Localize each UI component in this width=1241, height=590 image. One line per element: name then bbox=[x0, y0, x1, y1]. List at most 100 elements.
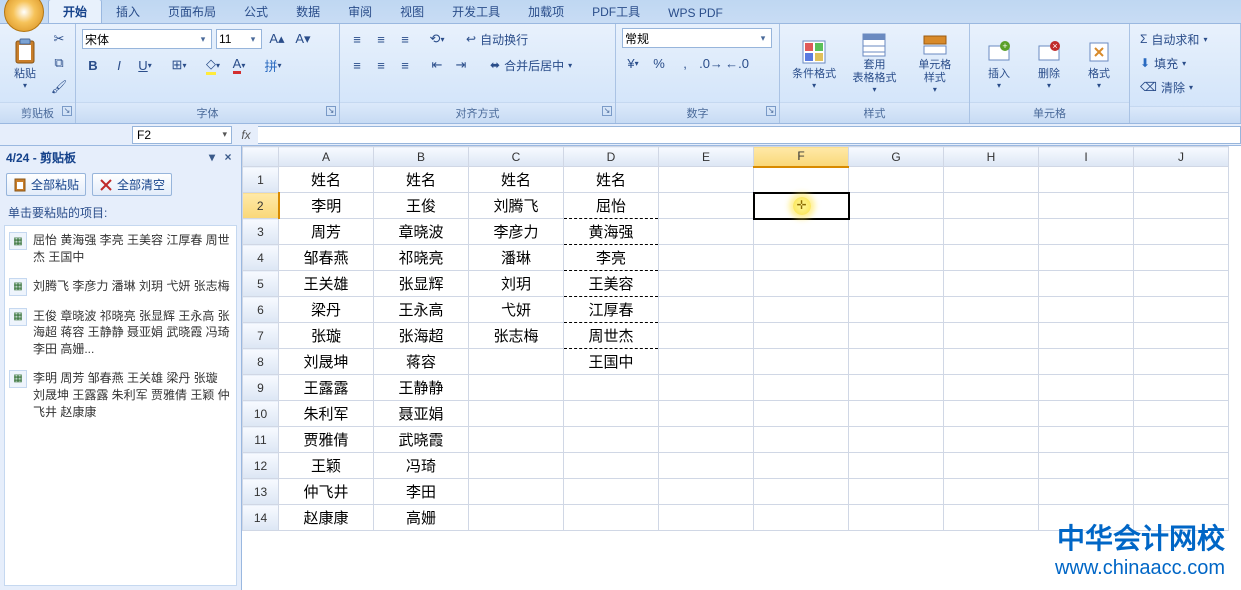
table-format-button[interactable]: 套用 表格格式▾ bbox=[846, 28, 902, 98]
cell[interactable] bbox=[754, 271, 849, 297]
cell[interactable] bbox=[1134, 505, 1229, 531]
conditional-format-button[interactable]: 条件格式▾ bbox=[786, 28, 842, 98]
cell[interactable] bbox=[659, 245, 754, 271]
increase-decimal-button[interactable]: .0→ bbox=[700, 52, 722, 74]
name-box[interactable]: F2▾ bbox=[132, 126, 232, 144]
cell[interactable]: 王永高 bbox=[374, 297, 469, 323]
cell[interactable]: 张志梅 bbox=[469, 323, 564, 349]
cell[interactable]: 聂亚娟 bbox=[374, 401, 469, 427]
cell[interactable]: 周芳 bbox=[279, 219, 374, 245]
increase-indent-button[interactable]: ⇥ bbox=[450, 54, 472, 76]
paste-button[interactable]: 粘贴 ▾ bbox=[6, 28, 44, 98]
align-middle-button[interactable]: ≡ bbox=[370, 28, 392, 50]
row-header[interactable]: 4 bbox=[243, 245, 279, 271]
cell[interactable] bbox=[754, 427, 849, 453]
cell[interactable]: 梁丹 bbox=[279, 297, 374, 323]
insert-cells-button[interactable]: +插入▾ bbox=[976, 28, 1022, 98]
increase-font-button[interactable]: A▴ bbox=[266, 28, 288, 50]
phonetic-button[interactable]: 拼▾ bbox=[262, 54, 284, 76]
cell[interactable] bbox=[1039, 479, 1134, 505]
cell[interactable]: 姓名 bbox=[469, 167, 564, 193]
copy-button[interactable]: ⧉ bbox=[48, 52, 70, 74]
column-header[interactable]: D bbox=[564, 147, 659, 167]
column-header[interactable]: C bbox=[469, 147, 564, 167]
cell[interactable] bbox=[469, 479, 564, 505]
cell[interactable] bbox=[1039, 427, 1134, 453]
row-header[interactable]: 13 bbox=[243, 479, 279, 505]
cell[interactable]: 姓名 bbox=[374, 167, 469, 193]
merge-center-button[interactable]: ⬌合并后居中▾ bbox=[486, 54, 576, 76]
tab-addin[interactable]: 加载项 bbox=[514, 0, 578, 23]
percent-button[interactable]: % bbox=[648, 52, 670, 74]
cell[interactable] bbox=[944, 479, 1039, 505]
cell[interactable] bbox=[944, 271, 1039, 297]
format-painter-button[interactable]: 🖌 bbox=[48, 76, 70, 98]
cell[interactable] bbox=[659, 193, 754, 219]
cell[interactable]: 高姗 bbox=[374, 505, 469, 531]
fx-button[interactable]: fx bbox=[234, 128, 258, 142]
cell[interactable] bbox=[754, 375, 849, 401]
tab-formula[interactable]: 公式 bbox=[230, 0, 282, 23]
delete-cells-button[interactable]: ×删除▾ bbox=[1026, 28, 1072, 98]
bold-button[interactable]: B bbox=[82, 54, 104, 76]
clear-button[interactable]: ⌫清除▾ bbox=[1136, 76, 1234, 98]
cell[interactable]: 张海超 bbox=[374, 323, 469, 349]
cell[interactable]: 朱利军 bbox=[279, 401, 374, 427]
tab-view[interactable]: 视图 bbox=[386, 0, 438, 23]
align-left-button[interactable]: ≡ bbox=[346, 54, 368, 76]
cell[interactable] bbox=[944, 349, 1039, 375]
cell[interactable] bbox=[849, 349, 944, 375]
border-button[interactable]: ⊞▾ bbox=[168, 54, 190, 76]
cell[interactable] bbox=[1134, 427, 1229, 453]
cell[interactable]: 贾雅倩 bbox=[279, 427, 374, 453]
cell[interactable]: 黄海强 bbox=[564, 219, 659, 245]
cell[interactable] bbox=[849, 375, 944, 401]
font-name-combo[interactable]: 宋体▾ bbox=[82, 29, 212, 49]
cell[interactable] bbox=[944, 453, 1039, 479]
cell[interactable]: 刘玥 bbox=[469, 271, 564, 297]
cell[interactable] bbox=[944, 167, 1039, 193]
cell[interactable] bbox=[1039, 401, 1134, 427]
cell[interactable] bbox=[1134, 219, 1229, 245]
row-header[interactable]: 1 bbox=[243, 167, 279, 193]
cell[interactable]: 祁晓亮 bbox=[374, 245, 469, 271]
cell[interactable] bbox=[469, 375, 564, 401]
cell[interactable] bbox=[659, 427, 754, 453]
row-header[interactable]: 14 bbox=[243, 505, 279, 531]
column-header[interactable]: E bbox=[659, 147, 754, 167]
cell[interactable] bbox=[659, 271, 754, 297]
cell[interactable]: 张璇 bbox=[279, 323, 374, 349]
column-header[interactable]: A bbox=[279, 147, 374, 167]
cell[interactable] bbox=[564, 505, 659, 531]
formula-input[interactable] bbox=[258, 126, 1241, 144]
cell[interactable]: 姓名 bbox=[279, 167, 374, 193]
cell[interactable]: 李彦力 bbox=[469, 219, 564, 245]
cell[interactable] bbox=[659, 479, 754, 505]
cell[interactable]: 李明 bbox=[279, 193, 374, 219]
clipboard-item[interactable]: ▦刘腾飞 李彦力 潘琳 刘玥 弋妍 张志梅 bbox=[5, 272, 236, 302]
clipboard-item[interactable]: ▦屈怡 黄海强 李亮 王美容 江厚春 周世杰 王国中 bbox=[5, 226, 236, 272]
decrease-decimal-button[interactable]: ←.0 bbox=[726, 52, 748, 74]
cell[interactable] bbox=[754, 297, 849, 323]
cell[interactable] bbox=[469, 505, 564, 531]
align-top-button[interactable]: ≡ bbox=[346, 28, 368, 50]
cell[interactable]: 李亮 bbox=[564, 245, 659, 271]
cell[interactable] bbox=[1134, 297, 1229, 323]
cell[interactable] bbox=[849, 401, 944, 427]
cell[interactable] bbox=[1039, 271, 1134, 297]
autosum-button[interactable]: Σ自动求和▾ bbox=[1136, 28, 1234, 50]
cut-button[interactable]: ✂ bbox=[48, 28, 70, 50]
cell[interactable]: 周世杰 bbox=[564, 323, 659, 349]
cell[interactable] bbox=[944, 375, 1039, 401]
row-header[interactable]: 11 bbox=[243, 427, 279, 453]
cell[interactable]: 王国中 bbox=[564, 349, 659, 375]
tab-wpspdf[interactable]: WPS PDF bbox=[654, 3, 737, 23]
wrap-text-button[interactable]: ↩自动换行 bbox=[462, 28, 532, 50]
cell[interactable]: 王俊 bbox=[374, 193, 469, 219]
cell[interactable] bbox=[944, 505, 1039, 531]
cell[interactable] bbox=[564, 479, 659, 505]
clipboard-launcher[interactable]: ↘ bbox=[62, 106, 72, 116]
currency-button[interactable]: ¥▾ bbox=[622, 52, 644, 74]
cell[interactable] bbox=[754, 323, 849, 349]
underline-button[interactable]: U▾ bbox=[134, 54, 156, 76]
